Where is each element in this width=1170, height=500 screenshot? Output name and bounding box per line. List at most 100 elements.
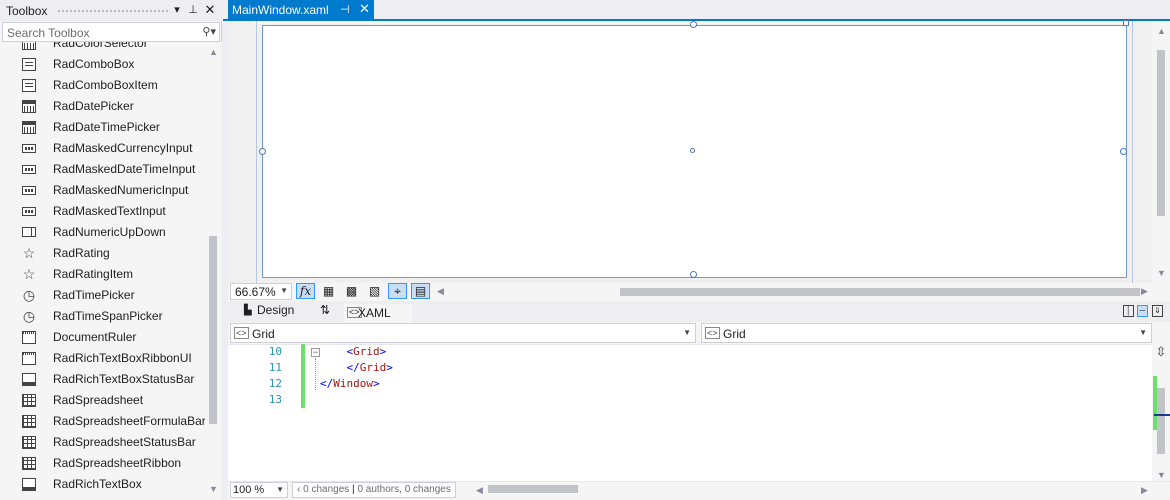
code-token-tag: Grid	[353, 345, 380, 358]
editor-horizontal-scroll-thumb[interactable]	[488, 485, 578, 493]
toolbox-item[interactable]: RadRichTextBoxStatusBar	[0, 369, 205, 390]
editor-zoom-select[interactable]: 100 % ▼	[230, 482, 288, 498]
editor-zoom-value: 100 %	[233, 484, 265, 496]
clock-icon: ◷	[22, 308, 36, 324]
resize-handle-left[interactable]	[259, 148, 266, 155]
pin-icon[interactable]: ⊥	[186, 2, 200, 18]
toolbox-item[interactable]: RadSpreadsheetFormulaBar	[0, 411, 206, 432]
scroll-right-icon[interactable]: ▶	[1141, 485, 1148, 496]
chevron-down-icon: ▼	[683, 328, 691, 337]
tab-xaml[interactable]: <> XAML	[344, 304, 412, 322]
toolbox-item[interactable]: RadSpreadsheetRibbon	[0, 453, 205, 474]
codelens-indicator[interactable]: ‹ 0 changes | 0 authors, 0 changes	[292, 482, 456, 498]
search-icon[interactable]: ⚲▾	[202, 25, 216, 38]
spreadsheet-icon	[22, 457, 36, 470]
toolbox-item[interactable]: RadMaskedTextInput	[0, 201, 205, 222]
toolbox-item[interactable]: RadMaskedCurrencyInput	[0, 138, 205, 159]
code-token-close: >	[379, 345, 387, 358]
toolbox-item-label: RadRating	[53, 246, 110, 260]
nav-left-value: Grid	[252, 327, 275, 341]
editor-scroll-thumb[interactable]	[1157, 388, 1165, 454]
type-navigation-select[interactable]: <> Grid ▼	[230, 323, 696, 343]
toolbox-item[interactable]: RadSpreadsheet	[0, 390, 205, 411]
tab-design[interactable]: Design	[257, 303, 294, 317]
scroll-right-icon[interactable]: ▶	[1141, 286, 1148, 297]
code-token-open: </	[346, 361, 360, 374]
artboard-icon[interactable]: ▩	[342, 283, 361, 299]
toolbox-item[interactable]: RadComboBoxItem	[0, 75, 205, 96]
toolbox-item[interactable]: DocumentRuler	[0, 327, 205, 348]
toolbox-item[interactable]: RadRichTextBox	[0, 474, 205, 495]
chevron-down-icon: ▼	[276, 485, 284, 494]
toolbox-item-label: RadTimePicker	[53, 288, 135, 302]
scroll-down-icon[interactable]: ▼	[1157, 268, 1166, 278]
resize-handle-bottom[interactable]	[690, 271, 697, 278]
scroll-up-icon[interactable]: ▲	[1157, 26, 1166, 36]
toolbox-item[interactable]: ☆ RadRating	[0, 243, 205, 264]
tab-mainwindow-xaml[interactable]: MainWindow.xaml ⊣ ✕	[228, 0, 374, 21]
fx-effects-icon[interactable]: fx	[296, 283, 315, 299]
toolbox-item-label: RadRichTextBoxRibbonUI	[53, 351, 192, 365]
drag-grip[interactable]	[57, 9, 169, 14]
masked-input-icon	[22, 165, 36, 174]
designer-horizontal-scroll-thumb[interactable]	[620, 288, 1140, 296]
toolbox-item[interactable]: ☆ RadRatingItem	[0, 264, 205, 285]
line-number: 13	[268, 393, 282, 406]
toolbox-item-label: RadComboBoxItem	[53, 78, 158, 92]
vertical-split-icon[interactable]: │	[1123, 305, 1134, 317]
code-line[interactable]: </Window>	[320, 377, 380, 390]
toolbox-item[interactable]: RadColorSelector	[0, 42, 205, 54]
indent-guide	[315, 358, 316, 390]
toolbox-item[interactable]: RadDatePicker	[0, 96, 205, 117]
toolbox-item[interactable]: RadDateTimePicker	[0, 117, 205, 138]
code-token-close: >	[386, 361, 393, 374]
collapse-region-icon[interactable]: −	[311, 348, 320, 357]
toolbox-item[interactable]: RadSpreadsheetStatusBar	[0, 432, 205, 453]
numeric-updown-icon	[22, 227, 36, 237]
masked-input-icon	[22, 207, 36, 216]
grid-icon[interactable]: ▦	[319, 283, 338, 299]
toolbox-search-input[interactable]: Search Toolbox ⚲▾	[2, 22, 220, 42]
scroll-left-icon[interactable]: ◀	[476, 485, 483, 496]
code-token-indent	[320, 345, 347, 358]
swap-panes-icon[interactable]: ⇅	[320, 303, 330, 317]
toolbox-item-label: RadNumericUpDown	[53, 225, 166, 239]
member-navigation-select[interactable]: <> Grid ▼	[701, 323, 1152, 343]
split-editor-icon[interactable]: ⇳	[1152, 344, 1170, 361]
toolbox-item[interactable]: RadComboBox	[0, 54, 205, 75]
star-icon: ☆	[22, 245, 36, 261]
toolbox-item[interactable]: RadMaskedDateTimeInput	[0, 159, 205, 180]
snap-grid-icon[interactable]: ▧	[365, 283, 384, 299]
toolbox-item[interactable]: RadNumericUpDown	[0, 222, 205, 243]
project-code-icon[interactable]: ▤	[411, 283, 430, 299]
close-icon[interactable]: ✕	[203, 2, 217, 18]
masked-input-icon	[22, 144, 36, 153]
snap-lines-icon[interactable]: ⌖	[388, 283, 407, 299]
toolbox-item[interactable]: RadRichTextBoxRibbonUI	[0, 348, 205, 369]
designer-zoom-select[interactable]: 66.67% ▼	[230, 283, 292, 300]
code-line[interactable]: </Grid>	[320, 361, 393, 374]
resize-handle-top[interactable]	[690, 21, 697, 28]
element-icon: <>	[705, 327, 720, 339]
toolbox-title-bar[interactable]: Toolbox ▾ ⊥ ✕	[0, 0, 222, 21]
window-position-icon[interactable]: ▾	[170, 2, 184, 18]
horizontal-split-icon[interactable]: ─	[1137, 305, 1148, 317]
corner-handle[interactable]	[1123, 20, 1129, 26]
toolbox-item-label: RadMaskedTextInput	[53, 204, 166, 218]
resize-handle-right[interactable]	[1120, 148, 1127, 155]
toolbox-item[interactable]: ◷ RadTimePicker	[0, 285, 205, 306]
toolbox-scroll-thumb[interactable]	[209, 236, 217, 424]
toolbox-item[interactable]: ◷ RadTimeSpanPicker	[0, 306, 205, 327]
scroll-up-icon[interactable]: ▲	[209, 47, 218, 57]
line-number: 12	[268, 377, 282, 390]
close-tab-icon[interactable]: ✕	[359, 1, 370, 17]
scroll-left-icon[interactable]: ◀	[437, 286, 444, 297]
scroll-down-icon[interactable]: ▼	[209, 484, 218, 494]
pin-tab-icon[interactable]: ⊣	[340, 3, 350, 16]
designer-scroll-thumb[interactable]	[1157, 50, 1165, 216]
collapse-pane-icon[interactable]: ⇓	[1152, 305, 1163, 317]
scroll-down-icon[interactable]: ▼	[1157, 470, 1166, 480]
toolbox-item[interactable]: RadMaskedNumericInput	[0, 180, 205, 201]
element-icon: <>	[234, 327, 249, 339]
code-line[interactable]: <Grid>	[320, 345, 387, 358]
